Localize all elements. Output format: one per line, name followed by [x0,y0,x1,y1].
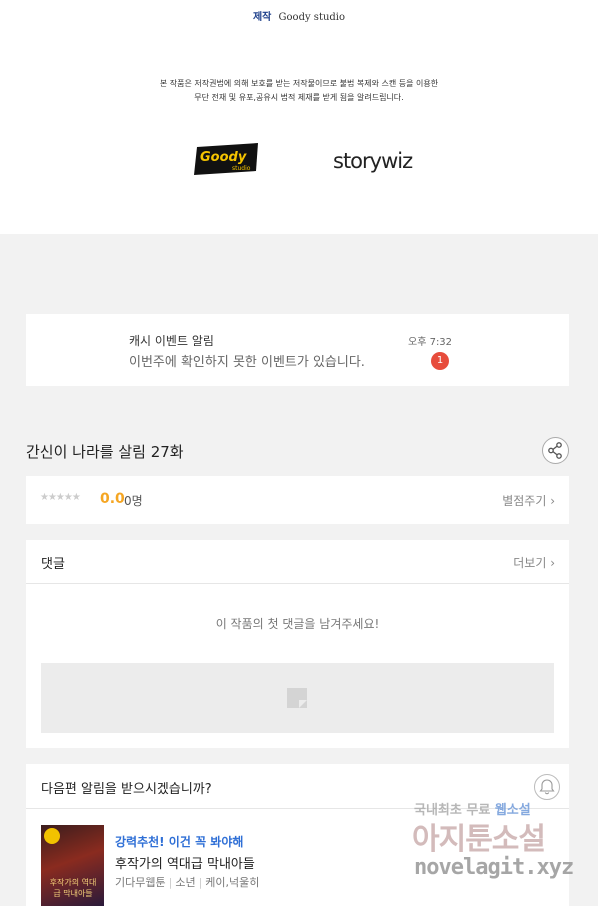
comment-edit-icon [287,688,307,708]
recommended-title[interactable]: 후작가의 역대급 막내아들 [115,853,255,872]
subscribe-question: 다음편 알림을 받으시겠습니까? [41,782,212,797]
notification-title: 캐시 이벤트 알림 [129,334,214,348]
watermark-main-text: 아지툰소설 [412,822,546,857]
copyright-notice: 본 작품은 저작권법에 의해 보호를 받는 저작물이므로 불법 복제와 스캔 등… [0,77,598,105]
watermark-url: novelagit.xyz [414,855,574,880]
storywiz-logo: storywiz [333,149,414,173]
credit-studio: Goody studio [278,12,346,23]
comments-title: 댓글 [41,557,65,572]
comments-empty-text: 이 작품의 첫 댓글을 남겨주세요! [215,617,380,631]
copyright-line-1: 본 작품은 저작권법에 의해 보호를 받는 저작물이므로 불법 복제와 스캔 등… [159,79,439,88]
credit-label: 제작 [252,12,272,23]
comment-input-area[interactable] [41,663,554,733]
notification-message: 이번주에 확인하지 못한 이벤트가 있습니다. [129,355,365,370]
recommended-authors: 케이,넉울히 [205,876,260,889]
share-icon [548,442,562,459]
copyright-line-2: 무단 전재 및 유포,공유시 법적 제재를 받게 됨을 알려드립니다. [194,93,404,102]
wait-free-clock-icon [44,828,60,844]
site-watermark: 국내최초 무료 웹소설 아지툰소설 novelagit.xyz [412,799,592,891]
storywiz-logo-text: storywiz [333,149,413,173]
episode-title: 간신이 나라를 살림 27화 [26,443,184,461]
bell-icon [539,779,555,795]
rate-button[interactable]: 별점주기 › [502,492,555,509]
recommended-webtoon-cover[interactable]: 후작가의 역대급 막내아들 [41,825,104,906]
goody-studio-logo: Goody studio [194,143,258,175]
credits-section: 제작 Goody studio 본 작품은 저작권법에 의해 보호를 받는 저작… [0,0,598,234]
comments-more-button[interactable]: 더보기 › [513,554,555,571]
recommend-tag: 강력추천! 이건 꼭 봐야해 [115,835,244,849]
comments-header: 댓글 더보기 › [26,540,569,584]
notify-toggle-button[interactable] [534,774,560,800]
share-button[interactable] [542,437,569,464]
comments-card: 댓글 더보기 › 이 작품의 첫 댓글을 남겨주세요! [26,540,569,748]
cash-event-notification[interactable]: 캐시 이벤트 알림 이번주에 확인하지 못한 이벤트가 있습니다. 오후 7:3… [26,314,569,386]
goody-logo-subtext: studio [232,165,251,172]
production-credit: 제작 Goody studio [0,8,598,23]
rating-card: ★★★★★ 0.0 0명 별점주기 › [26,476,569,524]
notification-badge: 1 [431,352,449,370]
rating-score: 0.0 [100,491,125,507]
goody-logo-text: Goody [200,150,247,165]
recommended-category: 기다무웹툰 [115,876,166,889]
notification-time: 오후 7:32 [408,337,453,348]
recommended-genre: 소년 [175,876,196,889]
cover-title-art: 후작가의 역대급 막내아들 [49,878,97,898]
recommended-meta: 기다무웹툰 | 소년 | 케이,넉울히 [115,876,260,889]
rating-count: 0명 [124,494,143,508]
rating-stars: ★★★★★ [40,492,81,503]
